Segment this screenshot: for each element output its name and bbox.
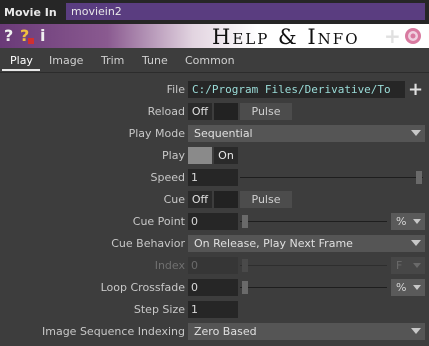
operator-type-label: Movie In — [4, 6, 57, 19]
param-label: Step Size — [133, 303, 185, 316]
param-loop-crossfade: Loop Crossfade 0 % — [0, 277, 429, 299]
python-help-badge — [28, 38, 34, 44]
dropdown-value: Sequential — [194, 127, 253, 140]
help-bar: ? ? i Help & Info + — [0, 24, 429, 48]
index-slider-handle — [242, 259, 248, 272]
toggle-state-text: Off — [188, 103, 212, 120]
parameter-tabs: Play Image Trim Tune Common — [0, 50, 429, 72]
param-label: Play Mode — [128, 127, 185, 140]
param-label: File — [166, 83, 185, 96]
loop-crossfade-slider-handle[interactable] — [242, 281, 248, 294]
cue-behavior-dropdown[interactable]: On Release, Play Next Frame — [188, 235, 425, 252]
param-label: Loop Crossfade — [100, 281, 185, 294]
toggle-state-text: Off — [188, 191, 212, 208]
dropdown-value: Zero Based — [194, 325, 257, 338]
tab-common[interactable]: Common — [185, 54, 235, 67]
chevron-down-icon — [411, 130, 421, 136]
operator-header: Movie In moviein2 — [0, 0, 429, 24]
reload-pulse-button[interactable]: Pulse — [240, 103, 292, 120]
index-unit-menu: F — [391, 257, 425, 274]
dropdown-value: On Release, Play Next Frame — [194, 237, 353, 250]
param-play: Play On — [0, 145, 429, 167]
cue-point-unit-menu[interactable]: % — [391, 213, 425, 230]
chevron-down-icon — [411, 328, 421, 334]
index-value-field: 0 — [188, 257, 238, 274]
help-info-title: Help & Info — [212, 25, 360, 48]
unit-label: F — [396, 259, 403, 272]
loop-crossfade-slider-track[interactable] — [240, 287, 387, 288]
cue-point-value-field[interactable]: 0 — [188, 213, 238, 230]
unit-label: % — [396, 281, 407, 294]
tab-divider — [0, 72, 429, 73]
active-tab-indicator — [2, 69, 40, 71]
cue-toggle[interactable]: Off — [188, 191, 238, 208]
chevron-down-icon — [413, 263, 421, 268]
param-index: Index 0 F — [0, 255, 429, 277]
loop-crossfade-value-field[interactable]: 0 — [188, 279, 238, 296]
reload-toggle[interactable]: Off — [188, 103, 238, 120]
speed-slider-track[interactable] — [240, 177, 423, 178]
play-mode-dropdown[interactable]: Sequential — [188, 125, 425, 142]
play-toggle[interactable]: On — [188, 147, 238, 164]
speed-value-field[interactable]: 1 — [188, 169, 238, 186]
param-cue-behavior: Cue Behavior On Release, Play Next Frame — [0, 233, 429, 255]
param-label: Index — [154, 259, 185, 272]
operator-name-field[interactable]: moviein2 — [66, 3, 425, 20]
toggle-knob — [188, 147, 212, 164]
toggle-state-text: On — [214, 147, 238, 164]
image-sequence-indexing-dropdown[interactable]: Zero Based — [188, 323, 425, 340]
file-browse-plus-icon[interactable]: + — [408, 79, 423, 100]
param-cue: Cue Off Pulse — [0, 189, 429, 211]
loop-crossfade-unit-menu[interactable]: % — [391, 279, 425, 296]
param-image-sequence-indexing: Image Sequence Indexing Zero Based — [0, 321, 429, 343]
cue-point-slider-handle[interactable] — [242, 215, 248, 228]
cue-point-slider-track[interactable] — [240, 221, 387, 222]
chevron-down-icon — [413, 285, 421, 290]
chevron-down-icon — [411, 240, 421, 246]
tab-tune[interactable]: Tune — [142, 54, 168, 67]
file-path-field[interactable]: C:/Program Files/Derivative/To — [188, 81, 405, 98]
info-icon[interactable]: i — [40, 26, 45, 46]
param-reload: Reload Off Pulse — [0, 101, 429, 123]
param-speed: Speed 1 — [0, 167, 429, 189]
target-icon[interactable] — [404, 27, 422, 45]
help-question-icon[interactable]: ? — [4, 26, 13, 46]
param-label: Speed — [150, 171, 185, 184]
index-slider-track — [240, 265, 387, 266]
tab-image[interactable]: Image — [49, 54, 83, 67]
toggle-knob — [214, 191, 238, 208]
cue-pulse-button[interactable]: Pulse — [240, 191, 292, 208]
param-label: Reload — [147, 105, 185, 118]
param-label: Play — [162, 149, 185, 162]
param-play-mode: Play Mode Sequential — [0, 123, 429, 145]
param-step-size: Step Size 1 — [0, 299, 429, 321]
plus-icon[interactable]: + — [384, 24, 401, 48]
param-label: Image Sequence Indexing — [42, 325, 185, 338]
param-cue-point: Cue Point 0 % — [0, 211, 429, 233]
tab-trim[interactable]: Trim — [101, 54, 124, 67]
param-label: Cue Point — [132, 215, 185, 228]
tab-play[interactable]: Play — [10, 54, 33, 67]
speed-slider-handle[interactable] — [416, 171, 422, 184]
param-file: File C:/Program Files/Derivative/To + — [0, 79, 429, 101]
unit-label: % — [396, 215, 407, 228]
step-size-value-field[interactable]: 1 — [188, 301, 238, 318]
toggle-knob — [214, 103, 238, 120]
param-label: Cue — [163, 193, 185, 206]
chevron-down-icon — [413, 219, 421, 224]
param-label: Cue Behavior — [111, 237, 185, 250]
